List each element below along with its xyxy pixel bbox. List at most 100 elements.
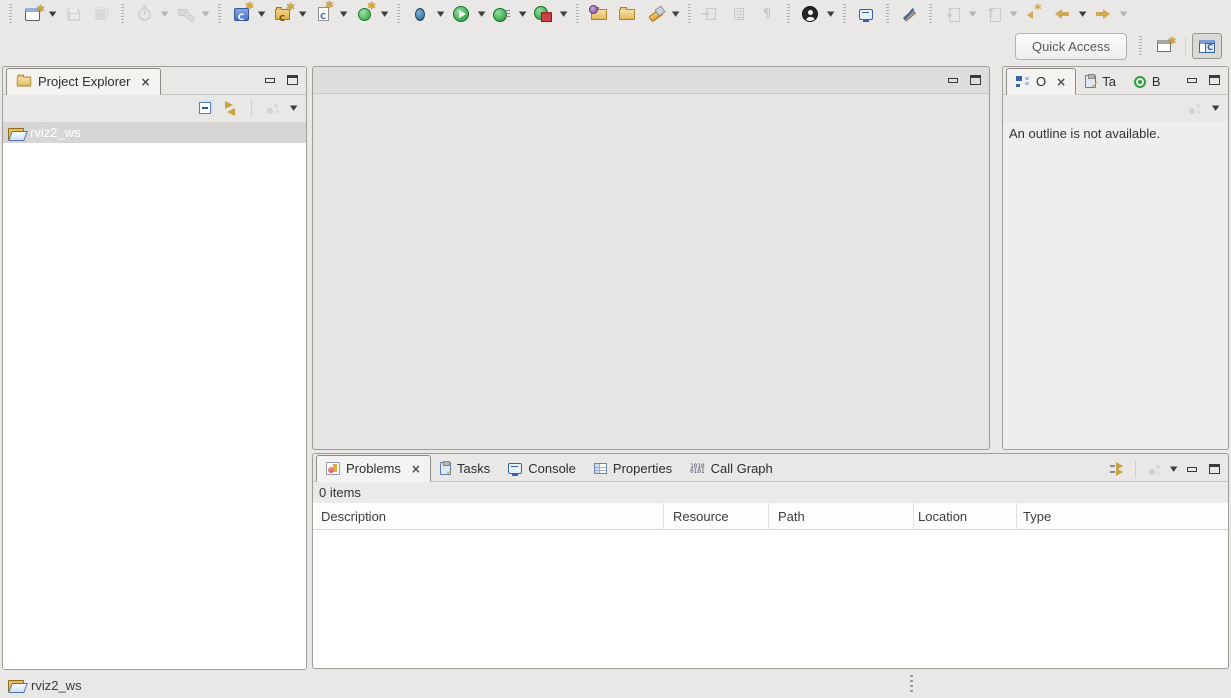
view-menu-arrow[interactable]: [1209, 96, 1222, 120]
forward-dropdown[interactable]: [1117, 2, 1130, 26]
save-button[interactable]: [60, 2, 86, 26]
profile-as-button[interactable]: [489, 2, 515, 26]
build-dropdown[interactable]: [199, 2, 212, 26]
back-button[interactable]: [1049, 2, 1075, 26]
user-account-button[interactable]: [797, 2, 823, 26]
open-console-button[interactable]: [853, 2, 879, 26]
profile-dropdown[interactable]: [158, 2, 171, 26]
tab-build-targets[interactable]: B: [1125, 68, 1170, 95]
new-c-source-folder-dropdown[interactable]: [296, 2, 309, 26]
view-menu-button[interactable]: [1183, 97, 1205, 119]
link-editor-button[interactable]: [220, 97, 242, 119]
profile-as-dropdown[interactable]: [516, 2, 529, 26]
close-icon[interactable]: ×: [140, 76, 150, 88]
search-dropdown[interactable]: [669, 2, 682, 26]
previous-annotation-dropdown[interactable]: [1007, 2, 1020, 26]
maximize-button[interactable]: [1204, 459, 1224, 479]
column-separator[interactable]: [913, 503, 914, 530]
search-button[interactable]: [642, 2, 668, 26]
new-c-class-button[interactable]: [351, 2, 377, 26]
toolbar-drag-handle[interactable]: [843, 4, 846, 24]
forward-button[interactable]: [1090, 2, 1116, 26]
new-c-source-file-dropdown[interactable]: [337, 2, 350, 26]
tab-task-list[interactable]: Ta: [1076, 68, 1125, 95]
tab-project-explorer[interactable]: Project Explorer ×: [6, 68, 161, 95]
user-account-dropdown[interactable]: [824, 2, 837, 26]
close-icon[interactable]: ×: [411, 463, 421, 475]
close-icon[interactable]: ×: [1056, 76, 1066, 88]
new-c-project-button[interactable]: [228, 2, 254, 26]
link-with-editor-button[interactable]: [698, 2, 724, 26]
view-menu-button[interactable]: [261, 97, 283, 119]
toolbar-drag-handle[interactable]: [9, 4, 12, 24]
tree-item-rviz2-ws[interactable]: rviz2_ws: [3, 122, 306, 143]
tab-tasks[interactable]: Tasks: [431, 455, 499, 482]
toolbar-drag-handle[interactable]: [121, 4, 124, 24]
open-folder-button[interactable]: [614, 2, 640, 26]
column-type[interactable]: Type: [1023, 509, 1051, 524]
maximize-button[interactable]: [965, 70, 985, 90]
column-resource[interactable]: Resource: [673, 509, 729, 524]
view-menu-arrow[interactable]: [1167, 457, 1180, 481]
maximize-button[interactable]: [1204, 70, 1224, 90]
toolbar-drag-handle[interactable]: [886, 4, 889, 24]
column-description[interactable]: Description: [321, 509, 386, 524]
toolbar-drag-handle[interactable]: [397, 4, 400, 24]
collapse-all-button[interactable]: [194, 97, 216, 119]
minimize-button[interactable]: [1182, 459, 1202, 479]
previous-annotation-button[interactable]: [980, 2, 1006, 26]
toolbar-drag-handle[interactable]: [787, 4, 790, 24]
minimize-button[interactable]: [943, 70, 963, 90]
last-edit-location-button[interactable]: [1021, 2, 1047, 26]
show-source-button[interactable]: [726, 2, 752, 26]
toolbar-drag-handle[interactable]: [576, 4, 579, 24]
new-c-source-folder-icon: [275, 9, 290, 20]
build-button[interactable]: [172, 2, 198, 26]
quick-access-button[interactable]: Quick Access: [1015, 33, 1127, 60]
new-wizard-button[interactable]: [19, 2, 45, 26]
tab-outline[interactable]: O ×: [1006, 68, 1076, 95]
tab-properties[interactable]: Properties: [585, 455, 681, 482]
maximize-button[interactable]: [282, 70, 302, 90]
external-tools-button[interactable]: [530, 2, 556, 26]
external-tools-dropdown[interactable]: [557, 2, 570, 26]
tab-console[interactable]: Console: [499, 455, 585, 482]
profile-button[interactable]: [131, 2, 157, 26]
minimize-button[interactable]: [260, 70, 280, 90]
column-separator[interactable]: [1016, 503, 1017, 530]
show-whitespace-button[interactable]: [754, 2, 780, 26]
new-c-class-dropdown[interactable]: [378, 2, 391, 26]
new-c-source-file-button[interactable]: [310, 2, 336, 26]
debug-button[interactable]: [407, 2, 433, 26]
next-annotation-dropdown[interactable]: [966, 2, 979, 26]
tab-call-graph[interactable]: Call Graph: [681, 455, 782, 482]
new-c-project-dropdown[interactable]: [255, 2, 268, 26]
tab-problems[interactable]: Problems ×: [316, 455, 431, 482]
toolbar-drag-handle[interactable]: [1139, 36, 1142, 56]
mark-occurrences-button[interactable]: [896, 2, 922, 26]
save-all-button[interactable]: [88, 2, 114, 26]
run-button[interactable]: [448, 2, 474, 26]
view-menu-arrow[interactable]: [287, 96, 300, 120]
new-wizard-dropdown[interactable]: [46, 2, 59, 26]
cpp-perspective-button[interactable]: [1192, 33, 1222, 59]
debug-dropdown[interactable]: [434, 2, 447, 26]
column-location[interactable]: Location: [918, 509, 967, 524]
status-drag-handle[interactable]: [910, 675, 913, 694]
focus-button[interactable]: [1106, 458, 1128, 480]
run-dropdown[interactable]: [475, 2, 488, 26]
column-separator[interactable]: [768, 503, 769, 530]
new-c-source-folder-button[interactable]: [269, 2, 295, 26]
toolbar-drag-handle[interactable]: [929, 4, 932, 24]
back-dropdown[interactable]: [1076, 2, 1089, 26]
toolbar-drag-handle[interactable]: [688, 4, 691, 24]
view-menu-button[interactable]: [1143, 458, 1165, 480]
next-annotation-button[interactable]: [939, 2, 965, 26]
open-perspective-button[interactable]: [1149, 33, 1179, 59]
open-project-button[interactable]: [586, 2, 612, 26]
toolbar-drag-handle[interactable]: [218, 4, 221, 24]
minimize-button[interactable]: [1182, 70, 1202, 90]
column-path[interactable]: Path: [778, 509, 805, 524]
column-separator[interactable]: [663, 503, 664, 530]
save-icon: [67, 8, 80, 21]
